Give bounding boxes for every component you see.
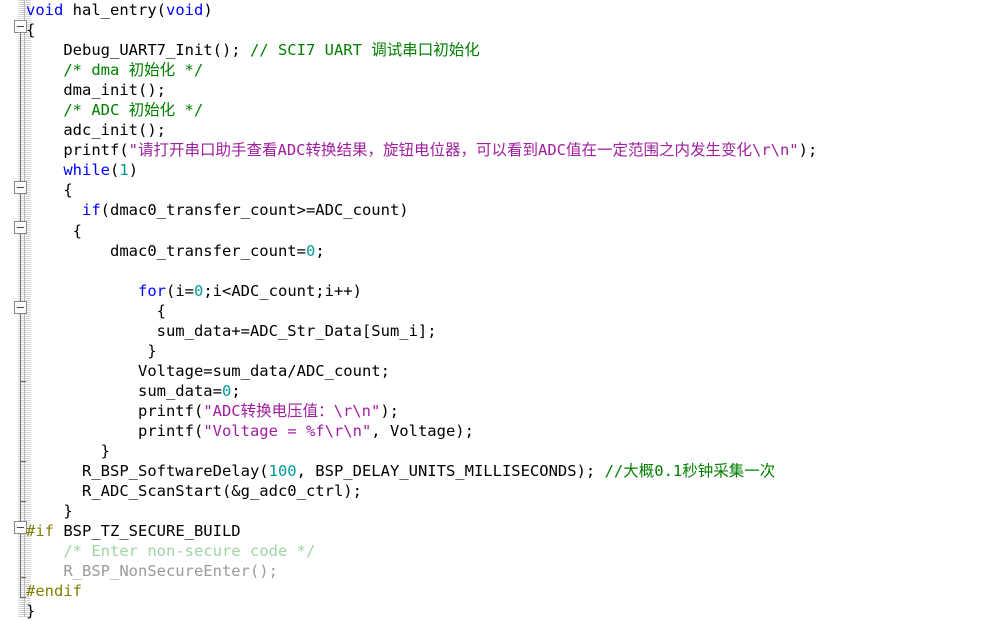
code-token: R_BSP_NonSecureEnter(); <box>26 562 278 581</box>
code-token: { <box>26 221 82 240</box>
code-token: ( <box>110 161 120 180</box>
line-printf-intro[interactable]: printf("请打开串口助手查看ADC转换结果，旋钮电位器，可以看到ADC值在… <box>26 140 989 160</box>
line-adc-scan-start[interactable]: R_ADC_ScanStart(&g_adc0_ctrl); <box>26 481 989 501</box>
line-func-signature[interactable]: void hal_entry(void) <box>26 0 989 20</box>
line-adc-init-call[interactable]: adc_init(); <box>26 120 989 140</box>
line-close-brace-for[interactable]: } <box>26 341 989 361</box>
code-editor[interactable]: void hal_entry(void){ Debug_UART7_Init()… <box>0 0 989 620</box>
code-token: 1 <box>119 161 129 180</box>
code-token: //大概0.1秒钟采集一次 <box>604 462 776 481</box>
line-for-loop[interactable]: for(i=0;i<ADC_count;i++) <box>26 281 989 301</box>
code-token: { <box>26 21 36 40</box>
code-token: /* ADC 初始化 */ <box>26 101 204 120</box>
code-token: 0 <box>305 241 316 260</box>
code-token: R_ADC_ScanStart(&g_adc0_ctrl); <box>26 482 362 501</box>
code-token: void <box>26 1 64 19</box>
code-token: adc_init(); <box>26 121 166 140</box>
code-token: ; <box>231 381 241 400</box>
line-comment-adc-init[interactable]: /* ADC 初始化 */ <box>26 100 989 120</box>
line-open-brace-if[interactable]: { <box>26 221 989 241</box>
code-token: Debug_UART7_Init(); <box>26 41 250 60</box>
code-token: (dmac0_transfer_count>=ADC_count) <box>100 201 409 220</box>
code-token: BSP_TZ_SECURE_BUILD <box>54 522 241 541</box>
code-token: printf( <box>26 421 204 440</box>
fold-guide-line <box>20 33 21 597</box>
code-token: R_BSP_SoftwareDelay( <box>26 462 269 481</box>
code-token: ;i<ADC_count;i++) <box>203 281 362 300</box>
code-token: dma_init(); <box>26 81 166 100</box>
code-token: (i= <box>165 281 194 300</box>
line-printf-voltage-value[interactable]: printf("Voltage = %f\r\n", Voltage); <box>26 421 989 441</box>
code-token: #if <box>26 522 54 541</box>
fold-gutter[interactable] <box>0 0 31 617</box>
line-preproc-endif[interactable]: #endif <box>26 581 989 601</box>
line-close-brace-func[interactable]: } <box>26 601 989 621</box>
code-token: } <box>26 442 110 461</box>
code-token: for <box>137 281 166 300</box>
code-token: , BSP_DELAY_UNITS_MILLISECONDS); <box>296 462 605 481</box>
code-token: ) <box>203 1 213 19</box>
code-token: /* dma 初始化 */ <box>26 61 204 80</box>
line-close-brace-while[interactable]: } <box>26 501 989 521</box>
code-token: Voltage=sum_data/ADC_count; <box>26 361 390 380</box>
code-token: /* Enter non-secure code */ <box>26 542 316 561</box>
code-token: 100 <box>268 462 297 481</box>
line-blank-1[interactable] <box>26 261 989 281</box>
code-token: sum_data= <box>26 381 222 400</box>
line-open-brace-for[interactable]: { <box>26 301 989 321</box>
code-token: while <box>63 161 110 180</box>
code-token: printf( <box>26 141 129 160</box>
line-while-loop[interactable]: while(1) <box>26 160 989 180</box>
code-token: } <box>26 341 157 360</box>
line-if-condition[interactable]: if(dmac0_transfer_count>=ADC_count) <box>26 200 989 220</box>
code-token: , Voltage); <box>371 421 474 440</box>
code-token: #endif <box>26 582 82 601</box>
code-token: ); <box>798 141 818 160</box>
code-token: ) <box>128 161 139 180</box>
code-token: } <box>26 602 36 621</box>
code-content[interactable]: void hal_entry(void){ Debug_UART7_Init()… <box>26 0 989 620</box>
line-open-brace-while[interactable]: { <box>26 180 989 200</box>
line-inactive-nonsecure-enter[interactable]: R_BSP_NonSecureEnter(); <box>26 561 989 581</box>
code-token: sum_data+=ADC_Str_Data[Sum_i]; <box>26 321 437 340</box>
line-debug-uart7-init[interactable]: Debug_UART7_Init(); // SCI7 UART 调试串口初始化 <box>26 40 989 60</box>
code-token: printf( <box>26 401 204 420</box>
line-comment-dma-init[interactable]: /* dma 初始化 */ <box>26 60 989 80</box>
line-dma-init-call[interactable]: dma_init(); <box>26 80 989 100</box>
code-token: dmac0_transfer_count= <box>26 241 306 260</box>
code-token: { <box>26 301 166 320</box>
line-reset-transfer-count[interactable]: dmac0_transfer_count=0; <box>26 241 989 261</box>
code-token: if <box>82 201 101 220</box>
code-token: "Voltage = %f\r\n" <box>203 421 372 440</box>
line-sum-reset[interactable]: sum_data=0; <box>26 381 989 401</box>
code-token: 0 <box>193 281 204 300</box>
line-printf-voltage-label[interactable]: printf("ADC转换电压值：\r\n"); <box>26 401 989 421</box>
code-token: 0 <box>221 381 232 400</box>
line-voltage-average[interactable]: Voltage=sum_data/ADC_count; <box>26 361 989 381</box>
line-software-delay[interactable]: R_BSP_SoftwareDelay(100, BSP_DELAY_UNITS… <box>26 461 989 481</box>
code-token: // SCI7 UART 调试串口初始化 <box>249 41 480 60</box>
line-preproc-if[interactable]: #if BSP_TZ_SECURE_BUILD <box>26 521 989 541</box>
code-token: { <box>26 181 73 200</box>
line-inactive-comment[interactable]: /* Enter non-secure code */ <box>26 541 989 561</box>
code-token: void <box>165 1 204 19</box>
line-open-brace-func[interactable]: { <box>26 20 989 40</box>
code-token: } <box>26 502 73 521</box>
code-token: ); <box>380 401 399 420</box>
line-close-brace-if[interactable]: } <box>26 441 989 461</box>
code-token: "请打开串口助手查看ADC转换结果，旋钮电位器，可以看到ADC值在一定范围之内发… <box>128 141 799 160</box>
line-sum-accumulate[interactable]: sum_data+=ADC_Str_Data[Sum_i]; <box>26 321 989 341</box>
code-token: "ADC转换电压值：\r\n" <box>203 401 381 420</box>
code-token: hal_entry( <box>63 1 166 19</box>
code-token: ; <box>315 241 325 260</box>
